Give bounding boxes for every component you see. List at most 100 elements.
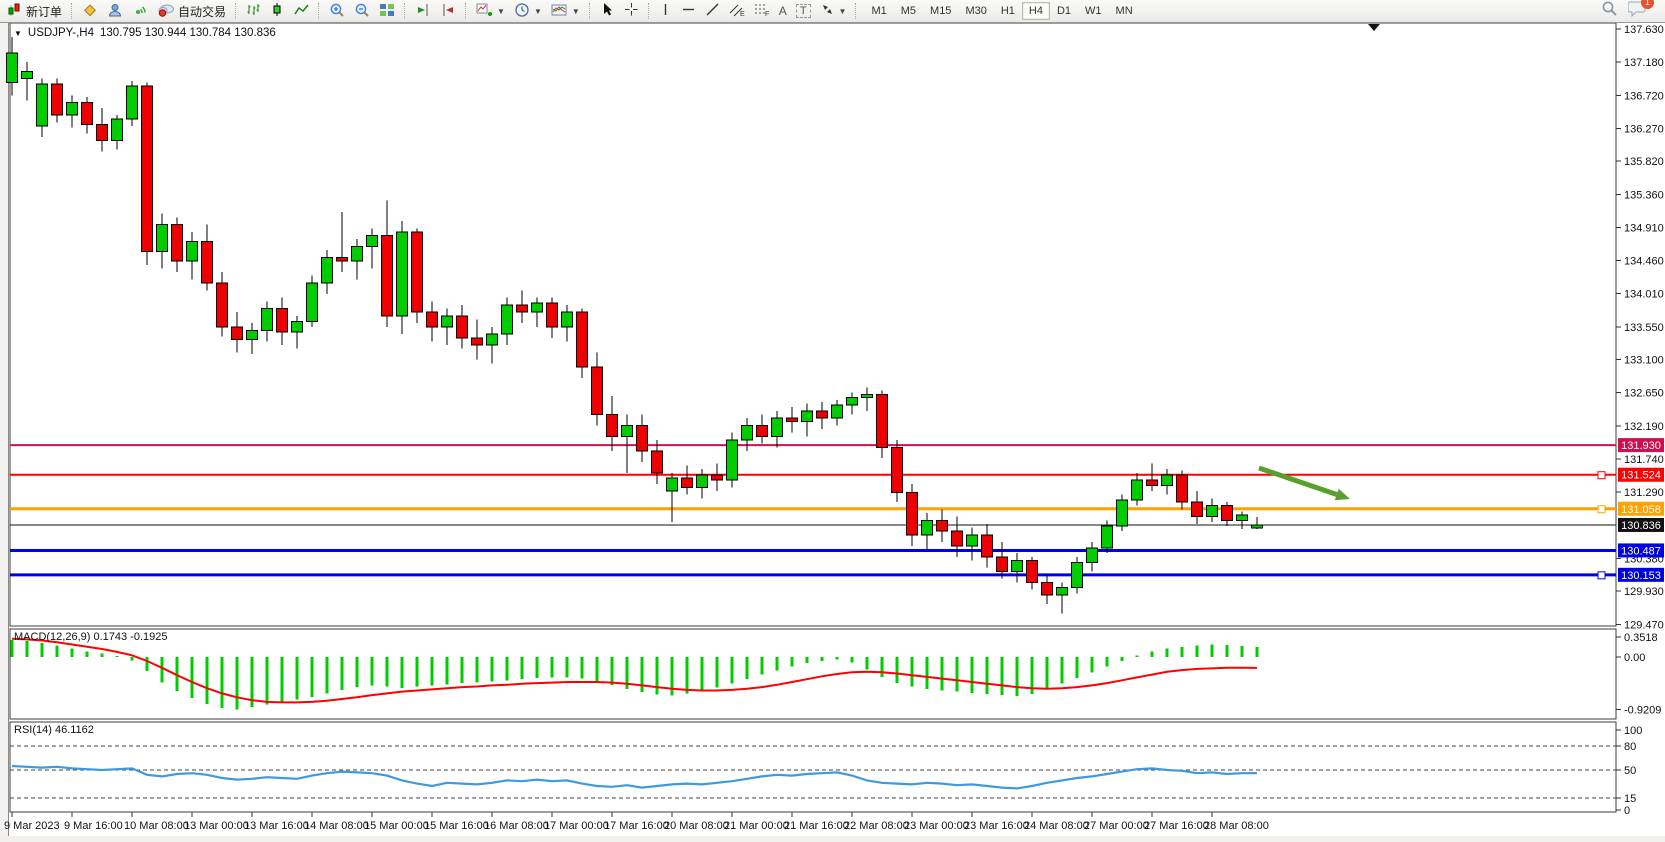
chart-shift-button[interactable]	[411, 1, 435, 21]
horizontal-line-icon	[681, 2, 696, 20]
hline-handle[interactable]	[1598, 572, 1605, 579]
templates-button[interactable]: ▼	[547, 1, 584, 21]
chevron-down-icon: ▼	[497, 7, 505, 16]
timeframe-button-d1[interactable]: D1	[1050, 2, 1078, 20]
chart-canvas[interactable]: 137.630137.180136.720136.270135.820135.3…	[0, 23, 1665, 842]
horizontal-line-tool-button[interactable]	[677, 1, 700, 21]
line-chart-mode-button[interactable]	[290, 1, 313, 21]
axis-label: 137.630	[1624, 24, 1664, 36]
line-chart-icon	[294, 2, 309, 20]
bar-chart-mode-button[interactable]	[242, 1, 265, 21]
axis-label: 13 Mar 00:00	[184, 820, 249, 832]
zoom-in-icon	[329, 2, 345, 21]
auto-trading-label: 自动交易	[178, 3, 226, 20]
zoom-out-icon	[354, 2, 370, 21]
hline-handle[interactable]	[1598, 506, 1605, 513]
chart-plot[interactable]: 137.630137.180136.720136.270135.820135.3…	[0, 23, 1665, 842]
chevron-down-icon: ▼	[572, 7, 580, 16]
auto-trading-button[interactable]: 自动交易	[153, 1, 230, 21]
axis-label: -0.9209	[1624, 704, 1661, 716]
time-axis[interactable]: 9 Mar 20239 Mar 16:0010 Mar 08:0013 Mar …	[4, 812, 1269, 832]
axis-label: 13 Mar 16:00	[244, 820, 309, 832]
trendline-tool-button[interactable]	[701, 1, 724, 21]
arrows-shapes-icon	[820, 2, 835, 20]
new-chart-button[interactable]: ▼	[472, 1, 509, 21]
collapse-panel-icon[interactable]: ▼	[14, 29, 22, 38]
hline-handle[interactable]	[1598, 472, 1605, 479]
price-axis[interactable]: 137.630137.180136.720136.270135.820135.3…	[1616, 24, 1664, 632]
toolbar-separator	[404, 3, 406, 19]
price-badge: 130.836	[1618, 518, 1664, 532]
svg-text:130.836: 130.836	[1621, 520, 1661, 532]
equidistant-channel-icon: E	[729, 2, 745, 20]
axis-label: 10 Mar 08:00	[124, 820, 189, 832]
text-label-tool-button[interactable]: T	[792, 1, 815, 21]
timeframe-button-h1[interactable]: H1	[994, 2, 1022, 20]
svg-text:130.153: 130.153	[1621, 570, 1661, 582]
axis-label: 17 Mar 00:00	[544, 820, 609, 832]
search-icon[interactable]	[1601, 0, 1618, 22]
axis-label: 24 Mar 08:00	[1024, 820, 1089, 832]
candlestick-mode-button[interactable]	[266, 1, 289, 21]
axis-label: 133.550	[1624, 322, 1664, 334]
svg-text:131.524: 131.524	[1621, 470, 1661, 482]
chart-end-marker-icon[interactable]	[1368, 24, 1380, 31]
axis-label: 134.910	[1624, 223, 1664, 235]
chevron-down-icon: ▼	[534, 7, 542, 16]
tile-windows-icon	[379, 2, 395, 21]
auto-scroll-button[interactable]	[436, 1, 460, 21]
axis-label: 27 Mar 00:00	[1084, 820, 1149, 832]
profile-button[interactable]	[103, 1, 127, 21]
svg-text:131.058: 131.058	[1621, 504, 1661, 516]
axis-label: 23 Mar 00:00	[904, 820, 969, 832]
vertical-line-icon	[659, 2, 672, 20]
ohlc-values: 130.795 130.944 130.784 130.836	[100, 27, 276, 39]
axis-label: 22 Mar 08:00	[844, 820, 909, 832]
toolbar-separator	[855, 3, 857, 19]
metaeditor-icon	[82, 2, 98, 21]
macd-indicator-label: MACD(12,26,9) 0.1743 -0.1925	[14, 631, 167, 643]
metaeditor-button[interactable]	[78, 1, 102, 21]
equidistant-channel-tool-button[interactable]: E	[725, 1, 749, 21]
axis-label: 28 Mar 08:00	[1204, 820, 1269, 832]
timeframe-button-mn[interactable]: MN	[1109, 2, 1140, 20]
timeframe-button-w1[interactable]: W1	[1078, 2, 1109, 20]
periods-button[interactable]: ▼	[510, 1, 546, 21]
timeframe-button-m30[interactable]: M30	[958, 2, 993, 20]
axis-label: 9 Mar 16:00	[64, 820, 123, 832]
toolbar-separator	[318, 3, 320, 19]
timeframe-button-m1[interactable]: M1	[864, 2, 893, 20]
axis-label: 15	[1624, 793, 1636, 805]
toolbar-separator	[235, 3, 237, 19]
cursor-tool-button[interactable]	[596, 1, 619, 21]
price-badge: 131.930	[1618, 438, 1664, 452]
axis-label: 136.270	[1624, 123, 1664, 135]
timeframe-button-h4[interactable]: H4	[1022, 2, 1050, 20]
text-tool-button[interactable]: A	[775, 1, 791, 21]
arrows-tool-button[interactable]: ▼	[816, 1, 851, 21]
vertical-line-tool-button[interactable]	[655, 1, 676, 21]
tile-windows-button[interactable]	[375, 1, 399, 21]
new-order-icon	[8, 2, 23, 20]
fibonacci-tool-button[interactable]: F	[750, 1, 774, 21]
timeframe-button-m5[interactable]: M5	[894, 2, 923, 20]
axis-label: 0.3518	[1624, 632, 1658, 644]
text-tool-icon: A	[779, 4, 787, 18]
axis-label: 0	[1624, 805, 1630, 817]
axis-label: 129.930	[1624, 586, 1664, 598]
new-order-button[interactable]: 新订单	[4, 1, 66, 21]
signals-button[interactable]	[128, 1, 152, 21]
axis-label: 9 Mar 2023	[4, 820, 60, 832]
axis-label: 14 Mar 08:00	[304, 820, 369, 832]
timeframe-button-m15[interactable]: M15	[923, 2, 958, 20]
notifications-button[interactable]: 1	[1628, 0, 1647, 22]
bar-chart-icon	[246, 2, 261, 20]
auto-scroll-icon	[440, 2, 456, 21]
zoom-out-button[interactable]	[350, 1, 374, 21]
axis-label: 135.820	[1624, 156, 1664, 168]
axis-label: 134.010	[1624, 288, 1664, 300]
zoom-in-button[interactable]	[325, 1, 349, 21]
cursor-icon	[600, 2, 615, 20]
axis-label: 20 Mar 08:00	[664, 820, 729, 832]
crosshair-tool-button[interactable]	[620, 1, 643, 21]
